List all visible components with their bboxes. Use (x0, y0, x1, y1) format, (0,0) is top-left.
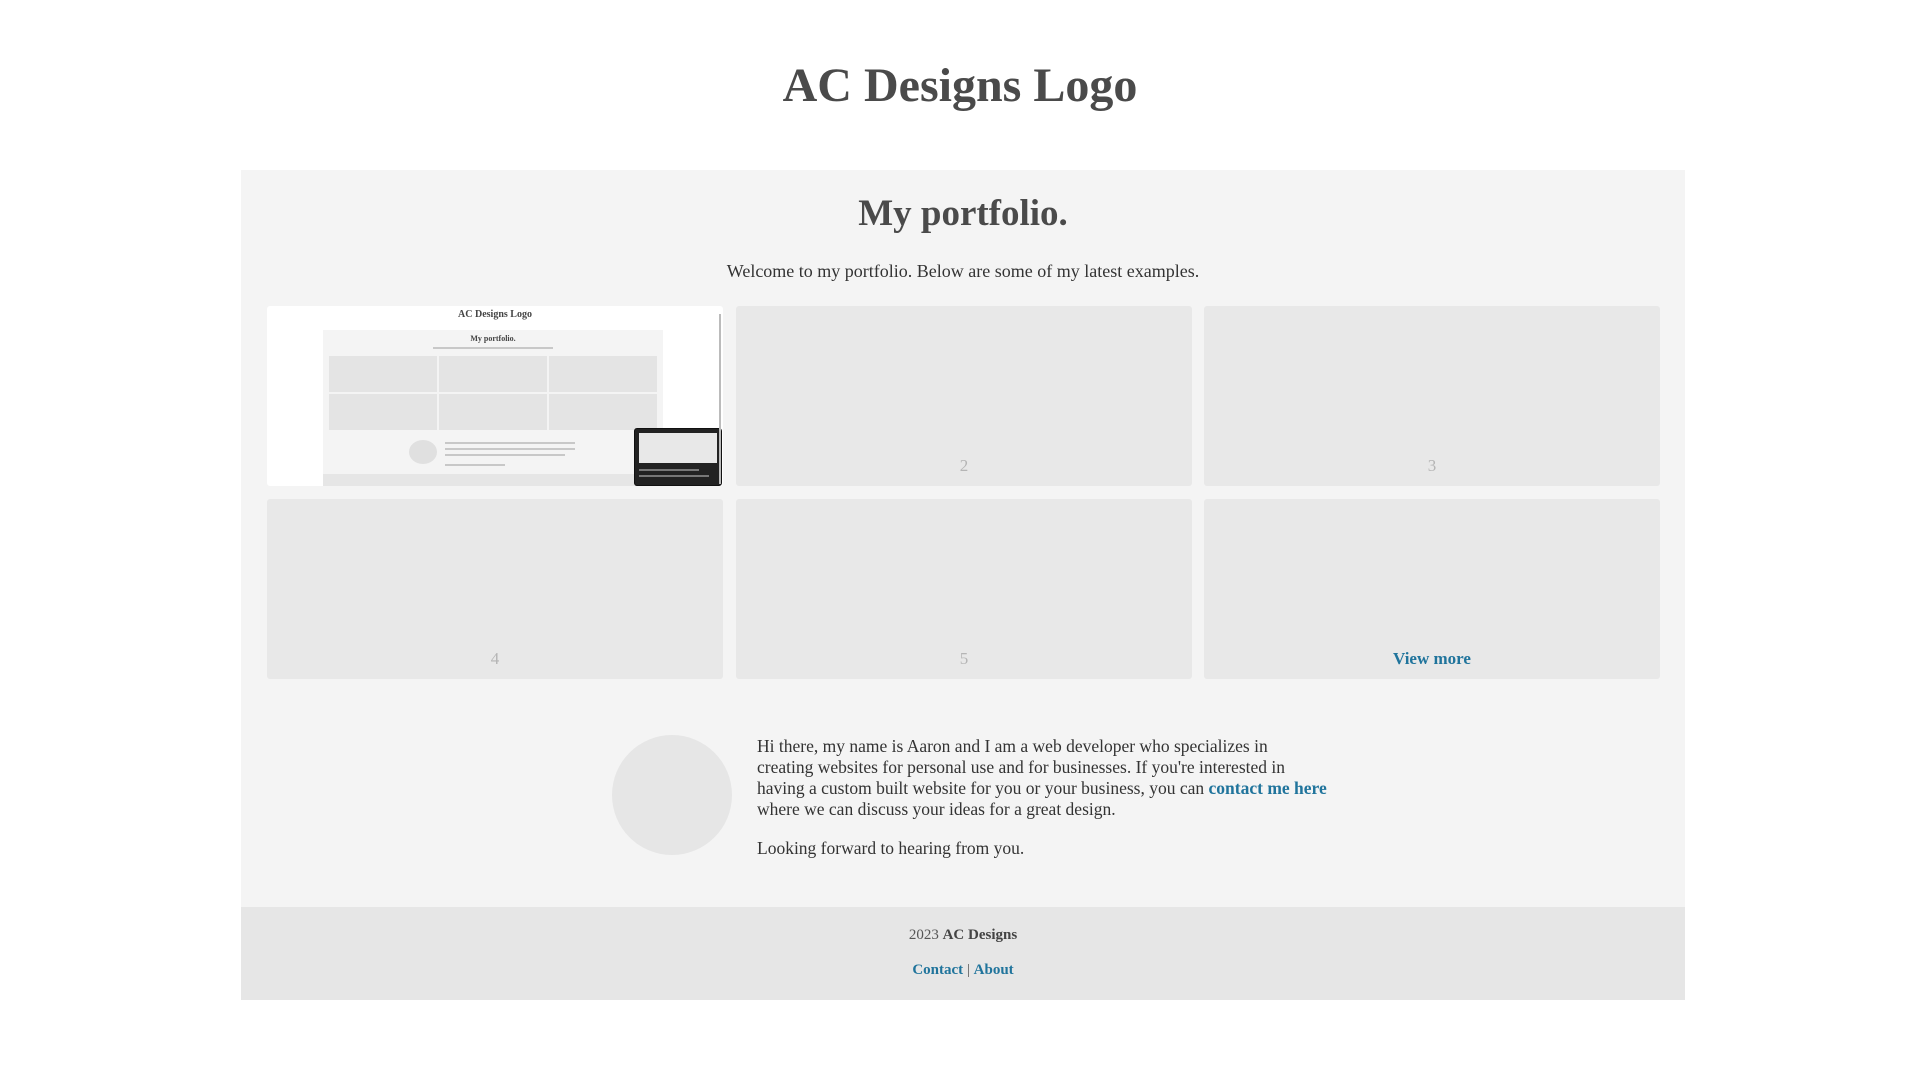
site-logo: AC Designs Logo (782, 59, 1138, 112)
portfolio-tile-view-more[interactable]: View more (1204, 499, 1660, 679)
about-text: Hi there, my name is Aaron and I am a we… (757, 736, 1285, 798)
copyright-year: 2023 (908, 927, 939, 943)
thumbnail-avatar (409, 440, 437, 464)
footer-contact-link[interactable]: Contact (912, 962, 963, 978)
footer: 2023 AC Designs Contact | About (241, 907, 1685, 1000)
copyright-brand: AC Designs (942, 927, 1018, 943)
closing-text: Looking forward to hearing from you. (757, 838, 1025, 858)
about-section: Hi there, my name is Aaron and I am a we… (757, 736, 1327, 877)
thumbnail-popup-preview (639, 433, 717, 463)
thumbnail-line (433, 347, 553, 349)
tile-number: 5 (959, 649, 969, 668)
avatar (612, 735, 732, 855)
thumbnail-box (439, 394, 547, 430)
portfolio-tile-4[interactable]: 4 (267, 499, 723, 679)
footer-links: Contact | About (241, 960, 1685, 980)
thumbnail-box (329, 356, 437, 392)
thumbnail-popup-line (639, 469, 699, 471)
thumbnail-box (439, 356, 547, 392)
copyright: 2023 AC Designs (241, 925, 1685, 945)
about-text-end: where we can discuss your ideas for a gr… (757, 799, 1116, 819)
thumbnail-box (549, 356, 657, 392)
main-panel: My portfolio. Welcome to my portfolio. B… (241, 170, 1685, 1000)
thumbnail-footer (323, 474, 663, 486)
thumbnail-line (445, 448, 575, 450)
tile-number: 4 (490, 649, 500, 668)
thumbnail-line (445, 464, 505, 466)
contact-me-link[interactable]: contact me here (1209, 778, 1327, 798)
footer-about-link[interactable]: About (974, 962, 1014, 978)
thumbnail-box (549, 394, 657, 430)
portfolio-grid: AC Designs Logo My portfolio. 2 3 4 5 Vi… (267, 306, 1661, 679)
thumbnail-box (329, 394, 437, 430)
thumbnail-logo-text: AC Designs Logo (458, 309, 532, 320)
thumbnail-popup-line (639, 475, 709, 477)
thumbnail-title: My portfolio. (470, 334, 516, 343)
portfolio-tile-5[interactable]: 5 (736, 499, 1192, 679)
tile-number: 2 (959, 456, 969, 475)
thumbnail-panel: My portfolio. (323, 330, 663, 486)
thumbnail-line (445, 442, 575, 444)
view-more-link[interactable]: View more (1204, 649, 1660, 669)
portfolio-tile-1[interactable]: AC Designs Logo My portfolio. (267, 306, 723, 486)
thumbnail-line (445, 454, 565, 456)
about-paragraph: Hi there, my name is Aaron and I am a we… (757, 736, 1327, 820)
thumbnail-scrollbar (719, 314, 721, 484)
page-title: My portfolio. (858, 193, 1068, 234)
portfolio-tile-2[interactable]: 2 (736, 306, 1192, 486)
thumbnail-popup (634, 428, 722, 486)
footer-separator: | (966, 962, 970, 978)
intro-text: Welcome to my portfolio. Below are some … (726, 261, 1200, 281)
portfolio-tile-3[interactable]: 3 (1204, 306, 1660, 486)
tile-number: 3 (1427, 456, 1437, 475)
